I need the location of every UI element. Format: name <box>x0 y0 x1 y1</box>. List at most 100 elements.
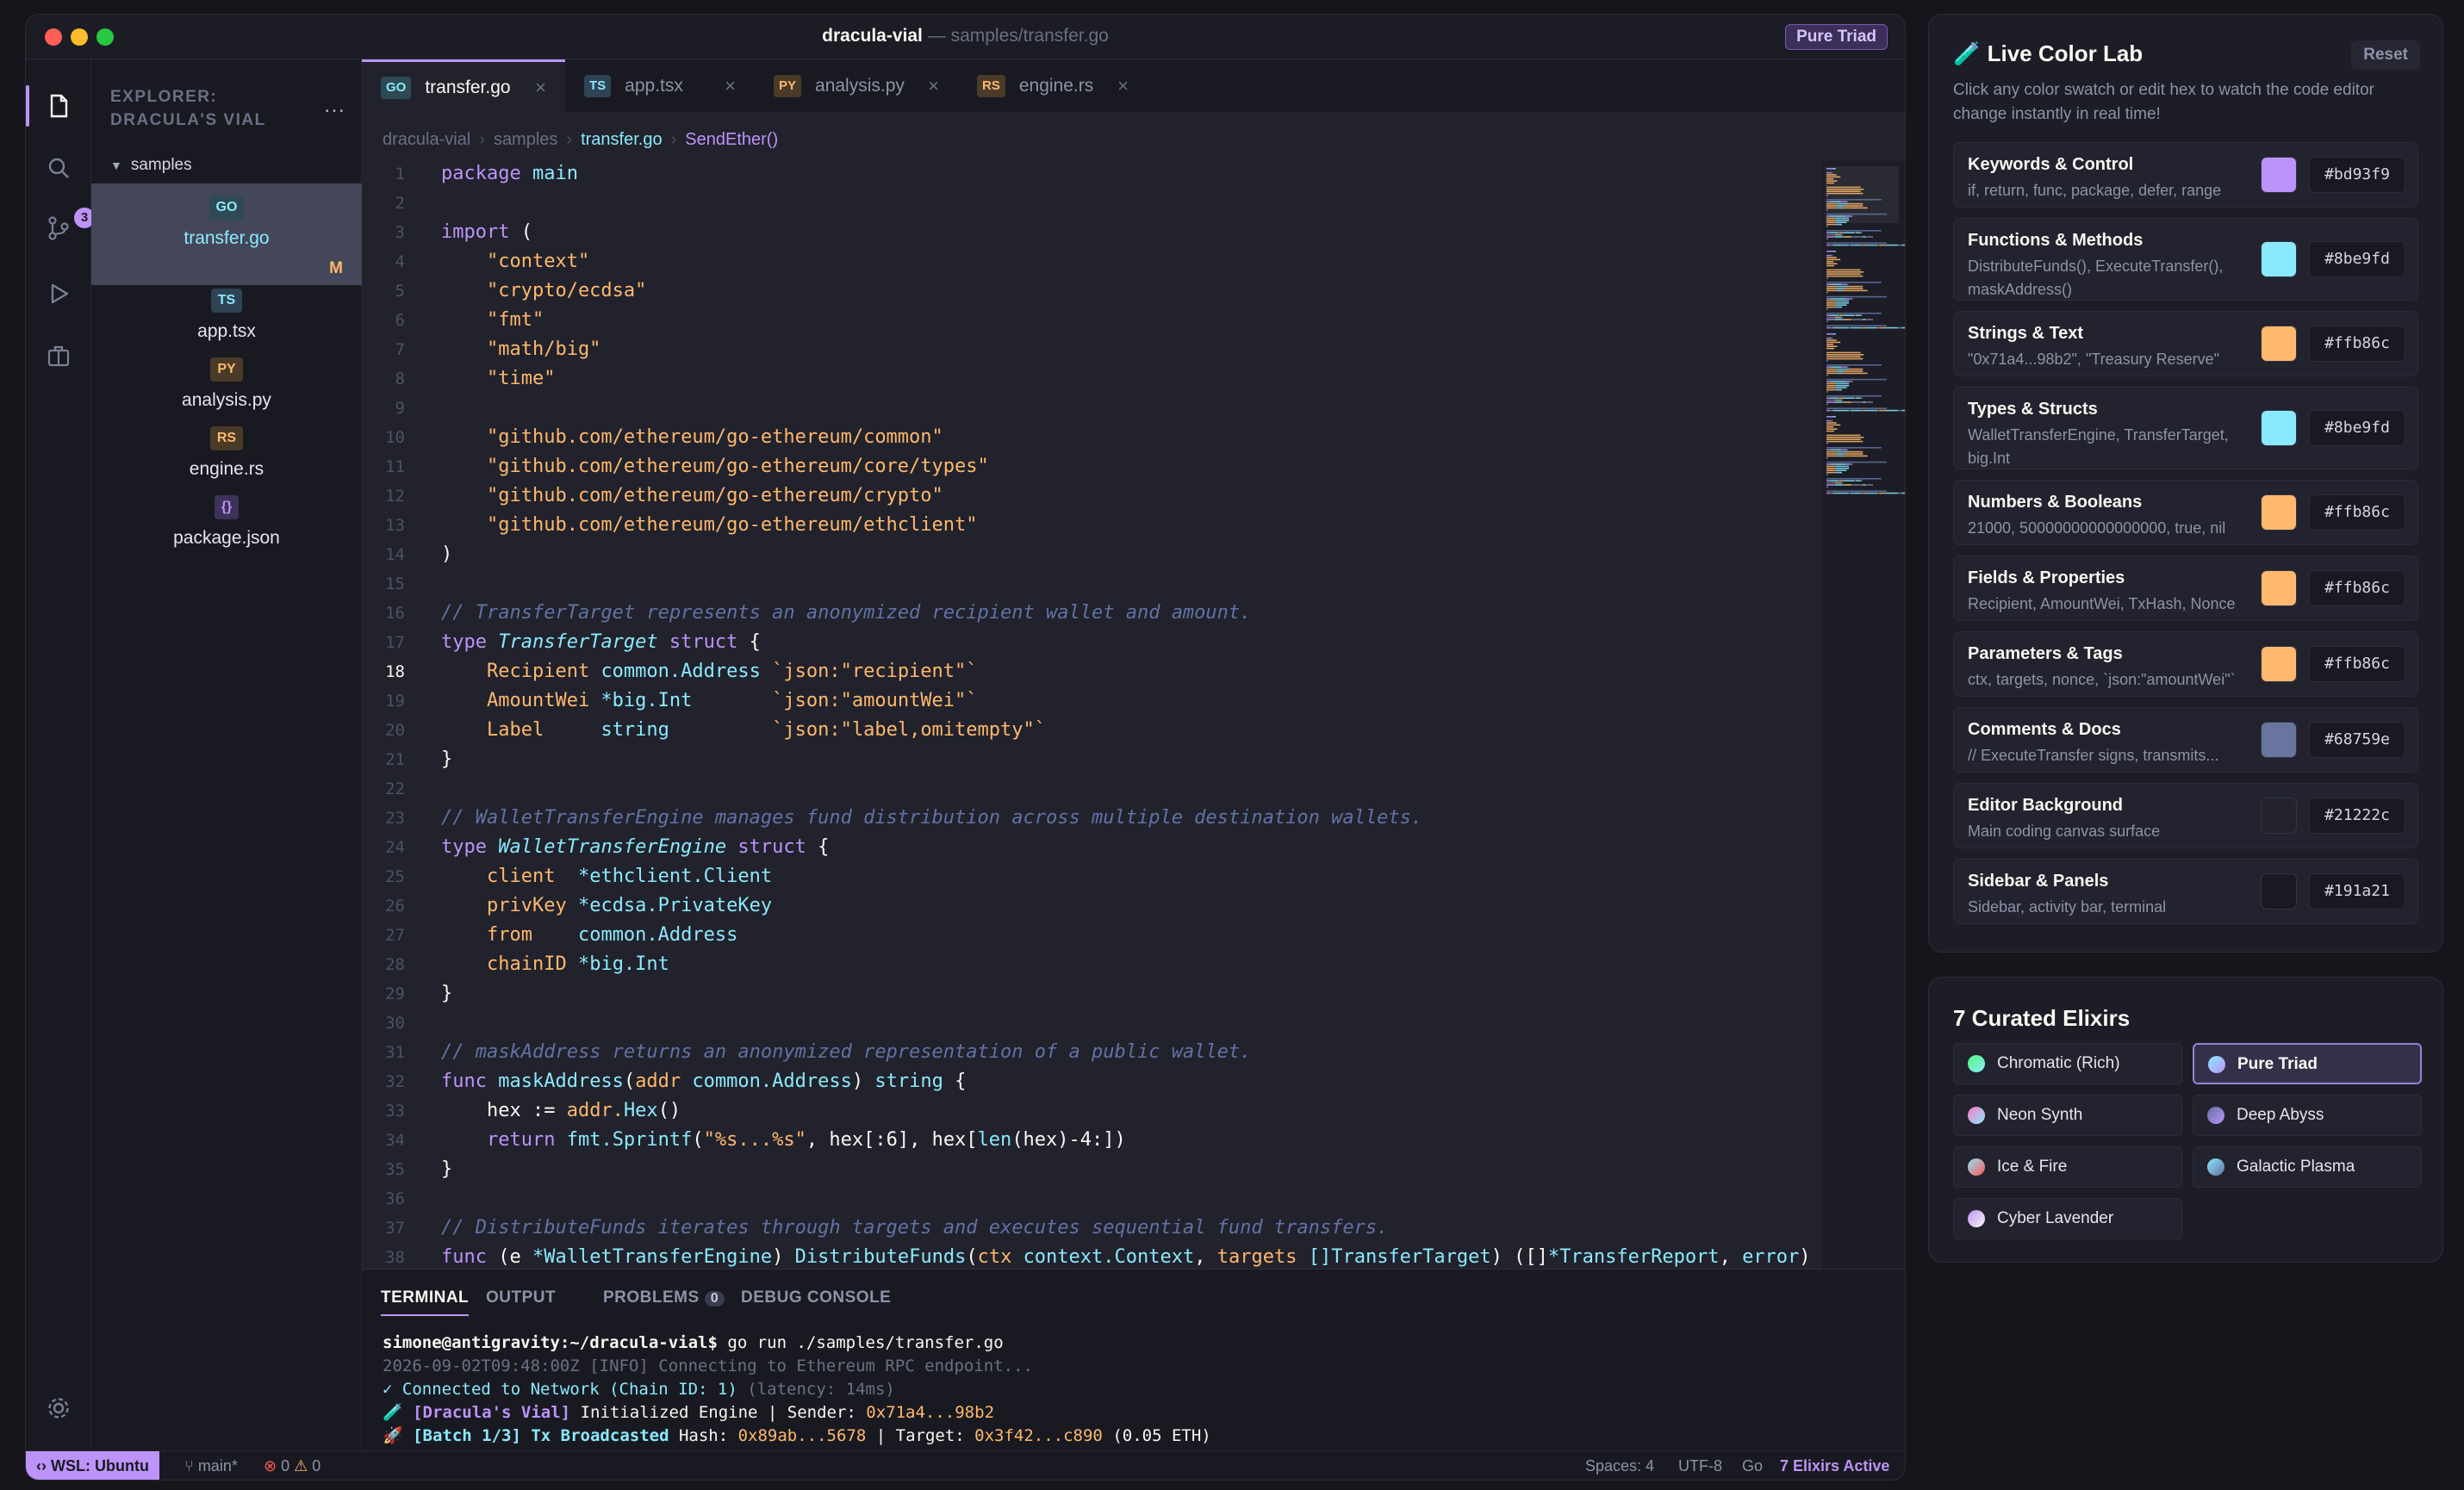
tab-output[interactable]: OUTPUT <box>486 1288 556 1307</box>
folder-samples[interactable]: ▼ samples <box>110 156 192 175</box>
tab-app-tsx[interactable]: TS app.tsx × <box>565 59 755 113</box>
minimap-line <box>1837 289 1842 292</box>
settings-gear-icon[interactable] <box>45 1394 72 1422</box>
color-swatch[interactable] <box>2261 722 2297 758</box>
minimap-line <box>1826 209 1828 211</box>
minimap[interactable] <box>1820 161 1905 1269</box>
reset-button[interactable]: Reset <box>2351 40 2420 70</box>
minimap-line <box>1834 319 1839 320</box>
minimap-line <box>1834 233 1839 236</box>
code-editor[interactable]: 1 package main 2 3 import (4 "context" 5 "cry… <box>362 161 1820 1269</box>
breadcrumb-item[interactable]: dracula-vial <box>383 130 470 149</box>
search-icon[interactable] <box>45 154 72 182</box>
color-swatch[interactable] <box>2261 798 2297 834</box>
color-row[interactable]: Comments & Docs // ExecuteTransfer signs,… <box>1953 707 2418 773</box>
color-swatch[interactable] <box>2261 494 2297 531</box>
close-tab-icon[interactable]: × <box>725 75 736 97</box>
color-row[interactable]: Numbers & Booleans 21000, 500000000000000… <box>1953 480 2418 545</box>
hex-input[interactable]: #8be9fd <box>2309 241 2405 277</box>
elixir-button[interactable]: Ice & Fire <box>1953 1146 2182 1188</box>
minimap-line <box>1826 292 1828 294</box>
indentation-indicator[interactable]: Spaces: 4 <box>1585 1451 1654 1480</box>
active-theme-badge[interactable]: Pure Triad <box>1785 24 1888 50</box>
hex-input[interactable]: #8be9fd <box>2309 410 2405 446</box>
color-row[interactable]: Parameters & Tags ctx, targets, nonce, `j… <box>1953 631 2418 697</box>
line-number: 38 <box>385 1248 405 1267</box>
color-swatch[interactable] <box>2261 241 2297 277</box>
color-swatch[interactable] <box>2261 646 2297 682</box>
minimap-line <box>1830 449 1842 450</box>
color-swatch[interactable] <box>2261 157 2297 193</box>
source-control-icon[interactable]: 3 <box>45 208 95 242</box>
hex-input[interactable]: #21222c <box>2309 798 2405 834</box>
file-item-app-tsx[interactable]: TS app.tsx <box>91 285 362 354</box>
tab-analysis-py[interactable]: PY analysis.py × <box>755 59 958 113</box>
language-indicator[interactable]: Go <box>1742 1451 1763 1480</box>
close-tab-icon[interactable]: × <box>1117 75 1129 97</box>
file-item-engine-rs[interactable]: RS engine.rs <box>91 423 362 492</box>
elixir-button[interactable]: Cyber Lavender <box>1953 1198 2182 1239</box>
extensions-icon[interactable] <box>45 342 72 369</box>
elixir-button[interactable]: Pure Triad <box>2193 1043 2422 1084</box>
files-icon[interactable] <box>45 92 72 120</box>
elixir-color-dot <box>2207 1158 2224 1176</box>
hex-input[interactable]: #ffb86c <box>2309 494 2405 531</box>
branch-indicator[interactable]: ⑂ main* <box>184 1451 238 1480</box>
breadcrumb-item[interactable]: samples <box>494 130 557 149</box>
hex-input[interactable]: #bd93f9 <box>2309 157 2405 193</box>
tab-problems[interactable]: PROBLEMS 0 <box>603 1288 725 1307</box>
minimap-line <box>1826 455 1838 457</box>
hex-input[interactable]: #68759e <box>2309 722 2405 758</box>
color-row[interactable]: Types & Structs WalletTransferEngine, Tra… <box>1953 387 2418 469</box>
minimap-line <box>1826 471 1836 474</box>
tab-transfer-go[interactable]: GO transfer.go × <box>362 59 565 113</box>
elixir-button[interactable]: Galactic Plasma <box>2193 1146 2422 1188</box>
elixir-button[interactable]: Neon Synth <box>1953 1095 2182 1136</box>
tab-terminal[interactable]: TERMINAL <box>381 1288 470 1316</box>
more-actions-icon[interactable]: … <box>323 93 345 115</box>
close-tab-icon[interactable]: × <box>928 75 939 97</box>
modified-indicator: M <box>329 259 343 277</box>
color-row[interactable]: Fields & Properties Recipient, AmountWei,… <box>1953 556 2418 621</box>
color-swatch[interactable] <box>2261 570 2297 606</box>
breadcrumb-item[interactable]: SendEther() <box>685 130 778 149</box>
run-debug-icon[interactable] <box>45 280 72 307</box>
file-item-analysis-py[interactable]: PY analysis.py <box>91 354 362 423</box>
color-row[interactable]: Editor Background Main coding canvas surf… <box>1953 783 2418 848</box>
minimap-line <box>1841 201 1847 202</box>
close-tab-icon[interactable]: × <box>535 77 546 99</box>
tab-engine-rs[interactable]: RS engine.rs × <box>958 59 1148 113</box>
tab-debug-console[interactable]: DEBUG CONSOLE <box>741 1288 891 1307</box>
problems-indicator[interactable]: ⊗ 0 ⚠ 0 <box>264 1451 320 1480</box>
hex-input[interactable]: #ffb86c <box>2309 646 2405 682</box>
color-swatch[interactable] <box>2261 873 2297 910</box>
color-swatch[interactable] <box>2261 326 2297 362</box>
breadcrumb-item[interactable]: transfer.go <box>581 130 663 149</box>
elixir-button[interactable]: Chromatic (Rich) <box>1953 1043 2182 1084</box>
file-item-package-json[interactable]: {} package.json <box>91 492 362 561</box>
remote-indicator[interactable]: ‹› WSL: Ubuntu <box>26 1451 159 1480</box>
minimap-line <box>1837 453 1844 455</box>
line-number: 9 <box>395 399 405 418</box>
elixir-button[interactable]: Deep Abyss <box>2193 1095 2422 1136</box>
elixirs-indicator[interactable]: 7 Elixirs Active <box>1780 1451 1889 1480</box>
minimap-line <box>1826 174 1837 176</box>
encoding-indicator[interactable]: UTF-8 <box>1678 1451 1722 1480</box>
hex-input[interactable]: #191a21 <box>2309 873 2405 910</box>
color-row[interactable]: Strings & Text "0x71a4...98b2", "Treasury… <box>1953 311 2418 376</box>
hex-input[interactable]: #ffb86c <box>2309 326 2405 362</box>
color-row[interactable]: Keywords & Control if, return, func, pack… <box>1953 142 2418 208</box>
color-row[interactable]: Functions & Methods DistributeFunds(), Ex… <box>1953 218 2418 301</box>
color-row[interactable]: Sidebar & Panels Sidebar, activity bar, t… <box>1953 859 2418 924</box>
minimap-line <box>1879 492 1886 494</box>
minimap-line <box>1826 453 1838 455</box>
minimap-line <box>1826 339 1837 341</box>
minimap-line <box>1826 283 1831 285</box>
minimap-line <box>1826 325 1887 326</box>
file-item-transfer-go[interactable]: GO transfer.go M <box>91 183 362 285</box>
minimap-line <box>1826 221 1836 223</box>
elixir-label: Chromatic (Rich) <box>1997 1054 2120 1072</box>
hex-input[interactable]: #ffb86c <box>2309 570 2405 606</box>
color-swatch[interactable] <box>2261 410 2297 446</box>
minimap-line <box>1848 202 1864 205</box>
